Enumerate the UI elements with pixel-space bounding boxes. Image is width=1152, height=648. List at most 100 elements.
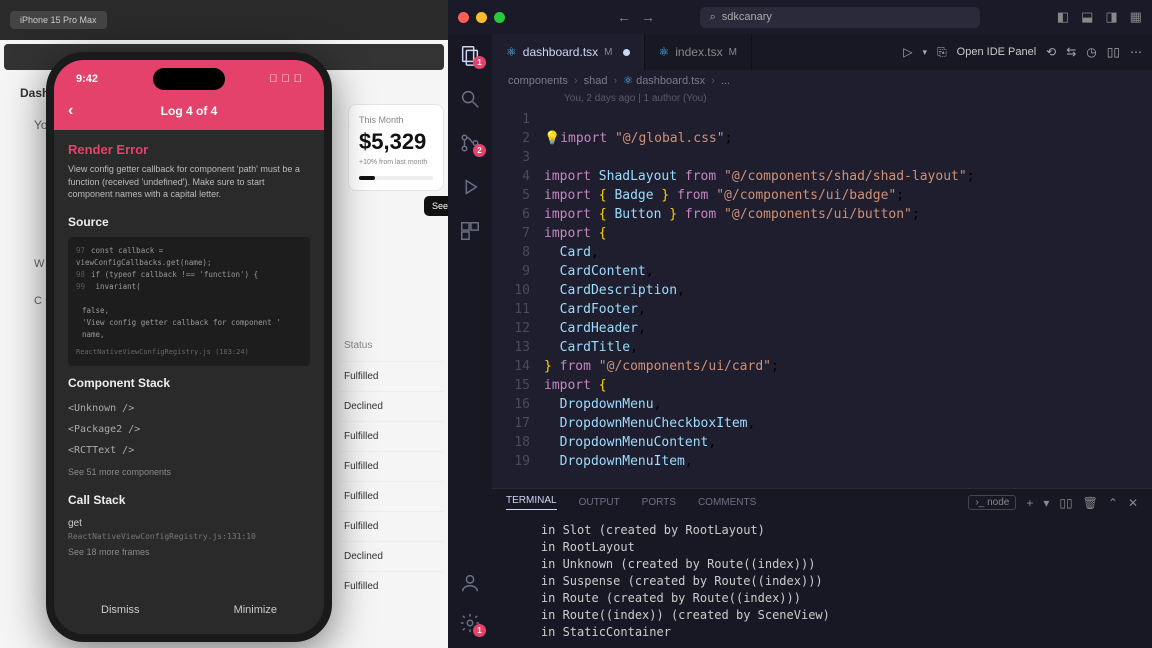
close-panel-icon[interactable]: ✕ — [1128, 496, 1138, 510]
trash-icon[interactable]: 🗑 — [1083, 496, 1098, 510]
tab-filename: index.tsx — [675, 45, 722, 59]
tab-filename: dashboard.tsx — [523, 45, 598, 59]
phone-notch — [153, 68, 225, 90]
lightbulb-icon[interactable]: 💡 — [544, 131, 560, 146]
terminal-line: in Slot (created by RootLayout) — [512, 522, 1132, 539]
code-line[interactable]: 15import { — [500, 376, 1152, 395]
terminal-tab[interactable]: PORTS — [642, 497, 676, 508]
debug-icon[interactable] — [459, 176, 481, 198]
component-stack-title: Component Stack — [68, 376, 310, 390]
breadcrumb-item[interactable]: ... — [721, 75, 730, 87]
code-line[interactable]: 14} from "@/components/ui/card"; — [500, 357, 1152, 376]
account-icon[interactable] — [459, 572, 481, 594]
month-card: This Month $5,329 +10% from last month — [348, 104, 444, 191]
code-line[interactable]: 13 CardTitle, — [500, 338, 1152, 357]
code-line[interactable]: 4import ShadLayout from "@/components/sh… — [500, 167, 1152, 186]
code-editor[interactable]: 12💡import "@/global.css";34import ShadLa… — [492, 110, 1152, 488]
code-line[interactable]: 16 DropdownMenu, — [500, 395, 1152, 414]
timeline-icon[interactable]: ◷ — [1086, 45, 1096, 59]
source-control-icon[interactable]: 2 — [459, 132, 481, 154]
code-line[interactable]: 10 CardDescription, — [500, 281, 1152, 300]
run-icon[interactable]: ▷ — [903, 45, 912, 59]
terminal-tab[interactable]: COMMENTS — [698, 497, 756, 508]
code-line[interactable]: 17 DropdownMenuCheckboxItem, — [500, 414, 1152, 433]
source-code: 97const callback = viewConfigCallbacks.g… — [68, 237, 310, 366]
callstack-more[interactable]: See 18 more frames — [68, 541, 310, 563]
editor-tab[interactable]: ⚛dashboard.tsx M — [492, 34, 645, 70]
code-line[interactable]: 18 DropdownMenuContent, — [500, 433, 1152, 452]
activity-bar: 1 2 1 — [448, 34, 492, 648]
maximize-icon[interactable] — [494, 12, 505, 23]
explorer-icon[interactable]: 1 — [459, 44, 481, 66]
diff-icon[interactable]: ⇆ — [1066, 45, 1076, 59]
code-line[interactable]: 6import { Button } from "@/components/ui… — [500, 205, 1152, 224]
status-row[interactable]: Fulfilled — [340, 511, 444, 541]
layout-right-icon[interactable]: ◨ — [1105, 9, 1117, 25]
stack-more[interactable]: See 51 more components — [68, 461, 310, 483]
minimize-button[interactable]: Minimize — [234, 604, 277, 616]
status-row[interactable]: Declined — [340, 541, 444, 571]
progress-bar — [359, 176, 433, 180]
nav-back-icon[interactable]: ← — [617, 9, 631, 25]
code-line[interactable]: 3 — [500, 148, 1152, 167]
terminal-tab[interactable]: OUTPUT — [579, 497, 620, 508]
settings-badge: 1 — [473, 624, 486, 637]
layout-left-icon[interactable]: ◧ — [1057, 9, 1069, 25]
status-row[interactable]: Declined — [340, 391, 444, 421]
compare-icon[interactable]: ⟲ — [1046, 45, 1056, 59]
code-line[interactable]: 12 CardHeader, — [500, 319, 1152, 338]
terminal-lang[interactable]: ›_ node — [968, 495, 1016, 510]
code-line[interactable]: 5import { Badge } from "@/components/ui/… — [500, 186, 1152, 205]
react-icon: ⚛ — [506, 45, 517, 59]
code-line[interactable]: 2💡import "@/global.css"; — [500, 129, 1152, 148]
nav-forward-icon[interactable]: → — [641, 9, 655, 25]
terminal-dropdown-icon[interactable]: ▾ — [1043, 496, 1049, 510]
code-line[interactable]: 11 CardFooter, — [500, 300, 1152, 319]
error-footer: Dismiss Minimize — [54, 592, 324, 634]
terminal-output[interactable]: in Slot (created by RootLayout) in RootL… — [492, 516, 1152, 648]
device-tab[interactable]: iPhone 15 Pro Max — [10, 11, 107, 29]
extensions-icon[interactable] — [459, 220, 481, 242]
breadcrumb-item[interactable]: shad — [584, 75, 608, 87]
code-line[interactable]: 19 DropdownMenuItem, — [500, 452, 1152, 471]
split-icon[interactable]: ▯▯ — [1107, 45, 1120, 59]
layout-custom-icon[interactable]: ▦ — [1130, 9, 1142, 25]
close-icon[interactable] — [458, 12, 469, 23]
code-line[interactable]: 1 — [500, 110, 1152, 129]
status-row[interactable]: Fulfilled — [340, 571, 444, 601]
status-row[interactable]: Fulfilled — [340, 481, 444, 511]
layout-bottom-icon[interactable]: ⬓ — [1081, 9, 1093, 25]
ide-panel-icon[interactable]: ⎘ — [937, 45, 947, 60]
month-label: This Month — [359, 115, 433, 125]
minimize-icon[interactable] — [476, 12, 487, 23]
status-header: Status — [340, 340, 444, 351]
breadcrumb-item[interactable]: ⚛ dashboard.tsx — [623, 74, 705, 87]
error-content[interactable]: Render Error View config getter callback… — [54, 130, 324, 604]
command-center[interactable]: ⌕ sdkcanary — [700, 7, 980, 28]
split-terminal-icon[interactable]: ▯▯ — [1059, 496, 1072, 510]
terminal-tab[interactable]: TERMINAL — [506, 495, 557, 510]
dismiss-button[interactable]: Dismiss — [101, 604, 140, 616]
traffic-lights[interactable] — [458, 12, 505, 23]
error-header: ‹ Log 4 of 4 — [54, 98, 324, 130]
back-icon[interactable]: ‹ — [68, 102, 73, 120]
search-icon[interactable] — [459, 88, 481, 110]
status-row[interactable]: Fulfilled — [340, 361, 444, 391]
dirty-indicator — [623, 49, 630, 56]
code-line[interactable]: 7import { — [500, 224, 1152, 243]
code-line[interactable]: 9 CardContent, — [500, 262, 1152, 281]
chevron-up-icon[interactable]: ⌃ — [1108, 496, 1118, 510]
new-terminal-icon[interactable]: + — [1026, 496, 1033, 510]
breadcrumb-item[interactable]: components — [508, 75, 568, 87]
git-blame: You, 2 days ago | 1 author (You) — [492, 91, 1152, 110]
open-ide-panel-button[interactable]: Open IDE Panel — [957, 46, 1037, 58]
editor-tab[interactable]: ⚛index.tsx M — [645, 34, 752, 70]
settings-icon[interactable]: 1 — [459, 612, 481, 634]
status-row[interactable]: Fulfilled — [340, 451, 444, 481]
breadcrumbs[interactable]: components›shad›⚛ dashboard.tsx›... — [492, 70, 1152, 91]
code-line[interactable]: 8 Card, — [500, 243, 1152, 262]
status-row[interactable]: Fulfilled — [340, 421, 444, 451]
more-icon[interactable]: ⋯ — [1130, 45, 1142, 59]
titlebar-actions: ◧ ⬓ ◨ ▦ — [1057, 9, 1142, 25]
terminal-tabs: TERMINALOUTPUTPORTSCOMMENTS ›_ node + ▾ … — [492, 489, 1152, 516]
